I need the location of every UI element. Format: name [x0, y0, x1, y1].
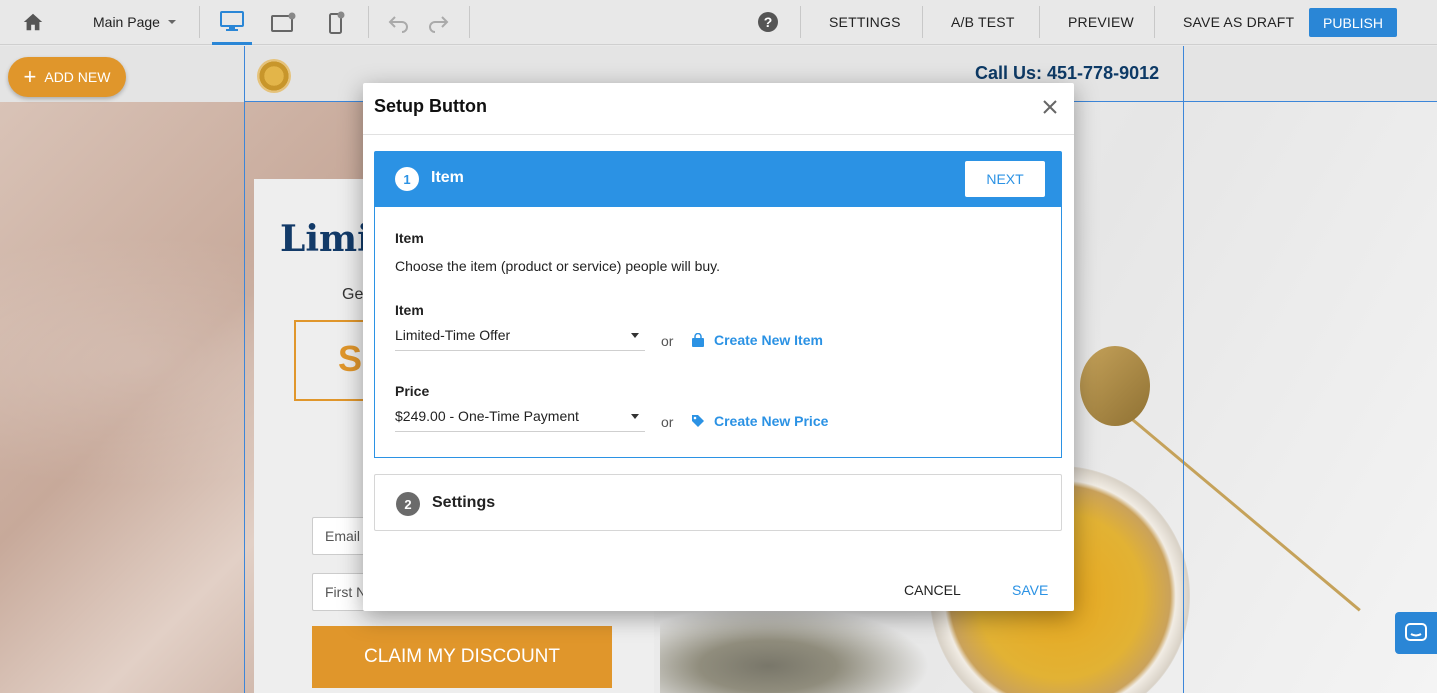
step-item-label: Item [431, 169, 464, 186]
claim-discount-button[interactable]: CLAIM MY DISCOUNT [312, 626, 612, 688]
redo-icon[interactable] [426, 13, 450, 33]
divider [1154, 6, 1155, 38]
or-text: or [661, 333, 674, 349]
undo-icon[interactable] [387, 13, 411, 33]
step-settings-label: Settings [432, 494, 496, 511]
tea-leaves-image [660, 606, 930, 693]
step-item-body: Item Choose the item (product or service… [374, 207, 1062, 458]
item-field-label: Item [395, 302, 424, 318]
chat-icon [1405, 623, 1427, 641]
save-button[interactable]: SAVE [1012, 582, 1048, 598]
top-toolbar: Main Page ? SETTINGS A/B TEST PREVIEW SA… [0, 0, 1437, 45]
or-text: or [661, 414, 674, 430]
desktop-view-button[interactable] [212, 0, 252, 45]
step-number-badge: 1 [395, 167, 419, 191]
save-as-draft-button[interactable]: SAVE AS DRAFT [1183, 14, 1294, 30]
help-icon[interactable]: ? [758, 12, 778, 32]
close-icon[interactable] [1039, 96, 1061, 118]
step-settings-header[interactable]: 2 Settings [374, 474, 1062, 531]
modal-title: Setup Button [374, 96, 487, 116]
mobile-view-button[interactable] [316, 0, 356, 45]
offer-title: Limi [280, 218, 371, 260]
plus-icon: + [23, 64, 37, 89]
layout-guide [1183, 46, 1184, 693]
offer-highlight-text: S [338, 338, 363, 379]
brand-logo [257, 59, 291, 93]
create-new-item-link[interactable]: Create New Item [691, 332, 823, 348]
modal-header: Setup Button [363, 83, 1074, 135]
tablet-view-button[interactable] [263, 0, 303, 45]
settings-button[interactable]: SETTINGS [829, 14, 901, 30]
price-tag-icon [692, 415, 704, 427]
price-select-value: $249.00 - One-Time Payment [395, 408, 579, 424]
divider [800, 6, 801, 38]
create-new-item-label: Create New Item [714, 332, 823, 348]
dropdown-arrow-icon [631, 414, 639, 419]
add-new-label: ADD NEW [44, 69, 111, 85]
divider [1039, 6, 1040, 38]
shopping-bag-icon [692, 332, 704, 347]
call-us-text: Call Us: 451-778-9012 [975, 63, 1160, 83]
chevron-down-icon [167, 20, 176, 24]
price-select[interactable]: $249.00 - One-Time Payment [395, 404, 645, 432]
step-item-header[interactable]: 1 Item NEXT [374, 151, 1062, 207]
setup-button-modal: Setup Button 1 Item NEXT Item Choose the… [363, 83, 1074, 611]
divider [469, 6, 470, 38]
spoon-image [1080, 346, 1150, 426]
page-select-label: Main Page [93, 14, 160, 30]
preview-button[interactable]: PREVIEW [1068, 14, 1134, 30]
divider [922, 6, 923, 38]
layout-guide [244, 46, 245, 693]
item-select[interactable]: Limited-Time Offer [395, 323, 645, 351]
page-select-dropdown[interactable]: Main Page [93, 14, 176, 30]
divider [199, 6, 200, 38]
section-description: Choose the item (product or service) peo… [395, 258, 721, 274]
publish-button[interactable]: PUBLISH [1309, 8, 1397, 37]
step-number-badge: 2 [396, 492, 420, 516]
dropdown-arrow-icon [631, 333, 639, 338]
create-new-price-link[interactable]: Create New Price [691, 413, 828, 429]
desktop-icon [220, 11, 244, 31]
item-select-value: Limited-Time Offer [395, 327, 511, 343]
section-heading: Item [395, 230, 424, 246]
divider [368, 6, 369, 38]
price-field-label: Price [395, 383, 430, 399]
offer-subtitle: Ge [342, 286, 364, 303]
home-icon[interactable] [22, 11, 44, 33]
create-new-price-label: Create New Price [714, 413, 829, 429]
ab-test-button[interactable]: A/B TEST [951, 14, 1015, 30]
tablet-icon [271, 12, 296, 32]
add-new-button[interactable]: + ADD NEW [8, 57, 126, 97]
cancel-button[interactable]: CANCEL [904, 582, 961, 598]
next-button[interactable]: NEXT [965, 161, 1045, 197]
mobile-icon [329, 11, 345, 34]
chat-widget-button[interactable] [1395, 612, 1437, 654]
